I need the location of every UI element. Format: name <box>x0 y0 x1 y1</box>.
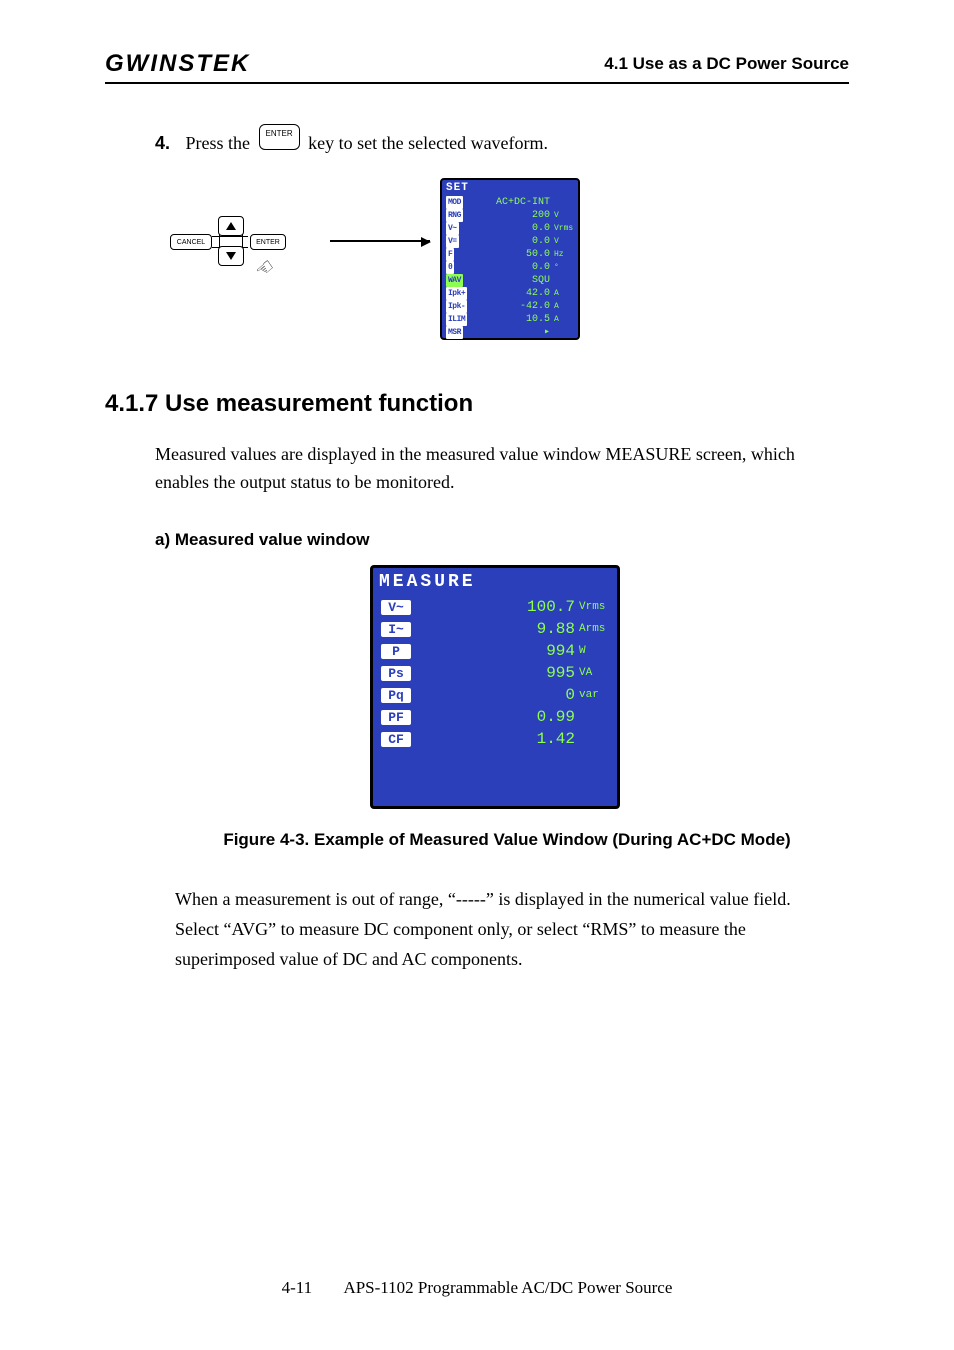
set-row-label: MOD <box>446 196 463 209</box>
down-key-icon <box>218 246 244 266</box>
set-row-label: V~ <box>446 222 459 235</box>
note-line-2: Select “AVG” to measure DC component onl… <box>175 914 849 974</box>
page-footer: 4-11 APS-1102 Programmable AC/DC Power S… <box>0 1278 954 1298</box>
measure-row-value: 994 <box>411 642 579 660</box>
measure-row-label: PF <box>381 710 411 725</box>
set-row-label: F <box>446 248 454 261</box>
set-row-label: Ipk+ <box>446 287 467 300</box>
hand-pointer-icon: ☜ <box>250 253 280 284</box>
set-row-unit: V <box>554 235 574 248</box>
set-row-value: -42.0 <box>467 300 552 313</box>
step-4: 4. Press the ENTER key to set the select… <box>155 130 849 156</box>
set-row-label: MSR <box>446 326 463 339</box>
measure-screen-title: MEASURE <box>379 572 476 592</box>
set-row-value: 0.0 <box>459 222 552 235</box>
set-row-value: 0.0 <box>459 235 552 248</box>
set-screen-title: SET <box>446 182 469 195</box>
set-row-value: SQU <box>463 274 552 287</box>
measure-screen: MEASURE V~100.7Vrms I~9.88Arms P994W Ps9… <box>370 565 620 809</box>
set-row-unit: Vrms <box>554 222 574 235</box>
page-number: 4-11 <box>282 1278 313 1298</box>
step-text-post: key to set the selected waveform. <box>308 133 548 153</box>
measure-row-unit: VA <box>579 667 609 679</box>
step4-diagram: CANCEL ENTER ☜ SET MODAC+DC-INT RNG200V … <box>170 178 800 348</box>
measure-row-unit: Arms <box>579 623 609 635</box>
subheading-a: a) Measured value window <box>155 530 369 550</box>
set-row-label: Ipk- <box>446 300 467 313</box>
measure-row-unit: Vrms <box>579 601 609 613</box>
up-key-icon <box>218 216 244 236</box>
set-row-value: 42.0 <box>467 287 552 300</box>
set-row-value: 10.5 <box>467 313 552 326</box>
section-title: 4.1 Use as a DC Power Source <box>604 54 849 74</box>
set-row-unit: A <box>554 313 574 326</box>
paragraph-notes: When a measurement is out of range, “---… <box>175 884 849 974</box>
measure-row-label: Pq <box>381 688 411 703</box>
measure-row-value: 995 <box>411 664 579 682</box>
set-row-value: 200 <box>463 209 552 222</box>
set-row-unit: Hz <box>554 248 574 261</box>
note-line-1: When a measurement is out of range, “---… <box>175 884 849 914</box>
set-row-unit: A <box>554 287 574 300</box>
page-header: GWINSTEK 4.1 Use as a DC Power Source <box>105 50 849 78</box>
set-row-value: 0.0 <box>454 261 552 274</box>
measure-row-unit: var <box>579 689 609 701</box>
measure-row-label: Ps <box>381 666 411 681</box>
step-text-pre: Press the <box>186 133 251 153</box>
measure-row-value: 0.99 <box>411 708 579 726</box>
set-row-label-highlight: WAV <box>446 274 463 287</box>
set-row-value: 50.0 <box>454 248 552 261</box>
cancel-key-icon: CANCEL <box>170 234 212 250</box>
set-row-unit: V <box>554 209 574 222</box>
enter-key-icon: ENTER <box>250 234 286 250</box>
set-screen: SET MODAC+DC-INT RNG200V V~0.0Vrms V=0.0… <box>440 178 580 340</box>
measure-row-value: 0 <box>411 686 579 704</box>
header-rule <box>105 82 849 84</box>
set-row-label: V= <box>446 235 459 248</box>
step-number: 4. <box>155 132 181 154</box>
set-row-label: RNG <box>446 209 463 222</box>
measure-row-label: P <box>381 644 411 659</box>
arrow-right-icon <box>330 240 430 242</box>
footer-doc-title: APS-1102 Programmable AC/DC Power Source <box>343 1278 672 1297</box>
heading-4-1-7: 4.1.7 Use measurement function <box>105 390 473 418</box>
measure-row-value: 100.7 <box>411 598 579 616</box>
set-row-unit: A <box>554 300 574 313</box>
paragraph-intro: Measured values are displayed in the mea… <box>155 440 849 496</box>
measure-row-unit: W <box>579 645 609 657</box>
set-row-value: AC+DC-INT <box>463 196 552 209</box>
set-row-label: θ <box>446 261 454 274</box>
set-row-value: ▸ <box>463 326 552 339</box>
brand-logo: GWINSTEK <box>105 50 250 78</box>
figure-caption-4-3: Figure 4-3. Example of Measured Value Wi… <box>160 830 854 850</box>
enter-keycap-icon: ENTER <box>259 124 300 150</box>
measure-row-value: 1.42 <box>411 730 579 748</box>
measure-row-label: I~ <box>381 622 411 637</box>
set-row-unit: ° <box>554 261 574 274</box>
measure-row-label: CF <box>381 732 411 747</box>
measure-row-value: 9.88 <box>411 620 579 638</box>
set-row-label: ILIM <box>446 313 467 326</box>
measure-row-label: V~ <box>381 600 411 615</box>
